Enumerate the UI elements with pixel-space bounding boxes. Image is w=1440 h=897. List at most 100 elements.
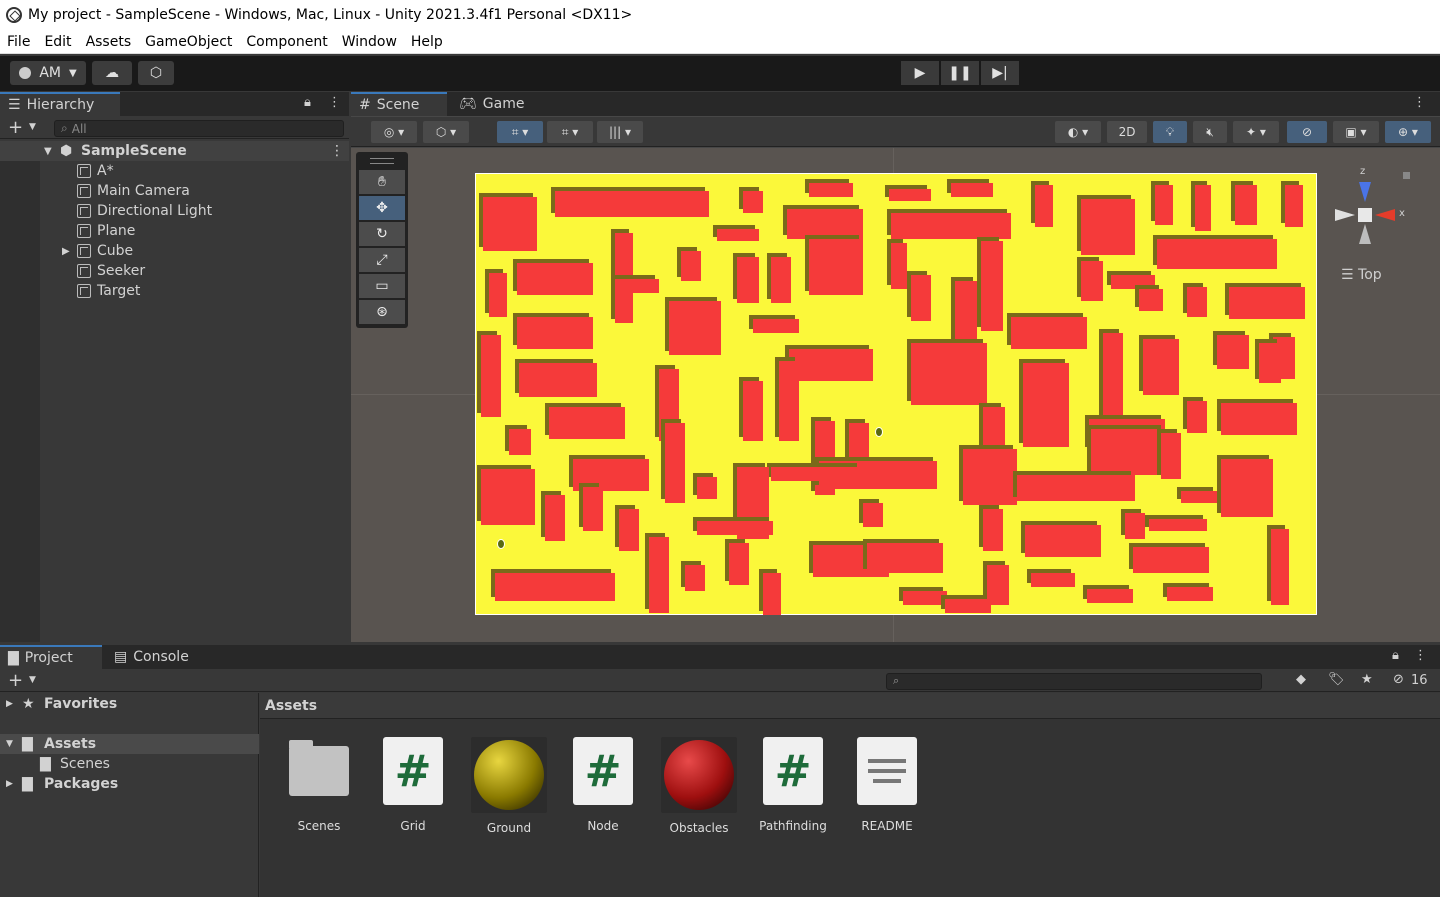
obstacle-cube[interactable] (483, 197, 537, 251)
tree-item-assets[interactable]: ▼ ▇ Assets (0, 734, 259, 754)
rotate-tool-button[interactable]: ↻ (359, 222, 405, 246)
scene-viewport[interactable]: ✋︎ ✥ ↻ ⤢ ▭ ⊛ z x ☰ Top (351, 148, 1440, 642)
gizmo-z-arrow-icon[interactable] (1359, 182, 1371, 202)
asset-item[interactable]: README (842, 737, 932, 833)
palette-drag-handle[interactable] (370, 158, 394, 164)
gizmo-lock-icon[interactable] (1403, 172, 1410, 179)
obstacle-cube[interactable] (1221, 459, 1273, 517)
obstacle-cube[interactable] (963, 449, 1017, 505)
obstacle-cube[interactable] (1035, 185, 1053, 227)
more-icon[interactable]: ⋮ (1413, 95, 1426, 110)
obstacle-cube[interactable] (669, 301, 721, 355)
lock-icon[interactable]: 🔒︎ (304, 95, 311, 110)
lock-icon[interactable]: 🔒︎ (1392, 648, 1399, 663)
menu-assets[interactable]: Assets (79, 34, 139, 50)
gizmo-neg-x-arrow-icon[interactable] (1335, 209, 1355, 221)
breadcrumb-assets[interactable]: Assets (265, 698, 317, 714)
obstacle-cube[interactable] (983, 509, 1003, 551)
audio-toggle[interactable]: 🔇︎ (1193, 121, 1227, 143)
obstacle-cube[interactable] (517, 263, 593, 295)
obstacle-cube[interactable] (809, 183, 853, 197)
obstacle-cube[interactable] (1143, 339, 1179, 395)
obstacle-cube[interactable] (665, 423, 685, 503)
gizmo-center-icon[interactable] (1358, 208, 1372, 222)
tab-console[interactable]: ▤ Console (106, 645, 206, 669)
tree-item-scenes[interactable]: ▇ Scenes (0, 754, 259, 774)
obstacle-cube[interactable] (697, 477, 717, 499)
hierarchy-item[interactable]: Target (0, 281, 349, 301)
obstacle-cube[interactable] (1167, 587, 1213, 601)
obstacle-cube[interactable] (1081, 261, 1103, 301)
obstacle-cube[interactable] (495, 573, 615, 601)
tab-hierarchy[interactable]: ☰ Hierarchy (0, 92, 120, 116)
menu-file[interactable]: File (0, 34, 37, 50)
obstacle-cube[interactable] (1091, 429, 1165, 475)
play-button[interactable]: ▶ (901, 61, 939, 85)
obstacle-cube[interactable] (911, 343, 987, 405)
obstacle-cube[interactable] (743, 381, 763, 441)
menu-gameobject[interactable]: GameObject (138, 34, 239, 50)
obstacle-cube[interactable] (779, 361, 799, 441)
hierarchy-item[interactable]: Seeker (0, 261, 349, 281)
hidden-packages-icon[interactable]: ⊘ (1393, 672, 1404, 687)
scene-row[interactable]: ▼ ⬢ SampleScene ⋮ (0, 141, 349, 161)
gizmo-neg-z-arrow-icon[interactable] (1359, 224, 1371, 244)
obstacle-cube[interactable] (789, 349, 873, 381)
obstacle-cube[interactable] (1187, 287, 1207, 317)
obstacle-cube[interactable] (1155, 185, 1173, 225)
obstacle-cube[interactable] (945, 599, 991, 613)
expand-arrow-icon[interactable]: ▶ (62, 246, 70, 257)
obstacle-cube[interactable] (1187, 401, 1207, 433)
menu-edit[interactable]: Edit (37, 34, 78, 50)
obstacle-cube[interactable] (1125, 513, 1145, 539)
hierarchy-item[interactable]: ▶ Cube (0, 241, 349, 261)
obstacle-cube[interactable] (717, 229, 759, 241)
obstacle-cube[interactable] (889, 189, 931, 201)
asset-item[interactable]: # Node (558, 737, 648, 833)
obstacle-cube[interactable] (549, 407, 625, 439)
obstacle-cube[interactable] (615, 279, 659, 293)
obstacle-cube[interactable] (1111, 275, 1155, 289)
obstacle-cube[interactable] (1271, 529, 1289, 605)
obstacle-cube[interactable] (903, 591, 947, 605)
obstacle-cube[interactable] (743, 191, 763, 213)
menu-help[interactable]: Help (404, 34, 450, 50)
grid-visibility-dropdown[interactable]: ||| ▾ (597, 121, 643, 143)
obstacle-cube[interactable] (697, 521, 773, 535)
rect-tool-button[interactable]: ▭ (359, 274, 405, 298)
grid-snap-toggle[interactable]: ⌗ ▾ (497, 121, 543, 143)
obstacle-cube[interactable] (771, 257, 791, 303)
obstacle-cube[interactable] (545, 495, 565, 541)
tree-item-packages[interactable]: ▶ ▇ Packages (0, 774, 259, 794)
project-search-input[interactable]: ⌕ (886, 673, 1262, 690)
obstacle-cube[interactable] (1087, 589, 1133, 603)
obstacle-cube[interactable] (555, 191, 709, 217)
obstacle-cube[interactable] (787, 209, 863, 239)
account-button[interactable]: AM ▼ (10, 61, 86, 85)
snap-increment-dropdown[interactable]: ⌗ ▾ (547, 121, 593, 143)
obstacle-cube[interactable] (1017, 475, 1135, 501)
agent-marker[interactable] (497, 539, 505, 549)
obstacle-cube[interactable] (1133, 547, 1209, 573)
obstacle-cube[interactable] (1235, 185, 1257, 225)
obstacle-cube[interactable] (517, 317, 593, 349)
obstacle-cube[interactable] (481, 335, 501, 417)
obstacle-cube[interactable] (1195, 185, 1211, 231)
obstacle-cube[interactable] (1285, 185, 1303, 227)
chevron-down-icon[interactable]: ▼ (29, 675, 36, 685)
orientation-gizmo[interactable]: z x (1327, 158, 1417, 248)
menu-window[interactable]: Window (335, 34, 404, 50)
obstacle-cube[interactable] (583, 487, 603, 531)
asset-item[interactable]: # Grid (368, 737, 458, 833)
obstacle-cube[interactable] (489, 273, 507, 317)
obstacle-cube[interactable] (1025, 525, 1101, 557)
gizmos-dropdown[interactable]: ⊕ ▾ (1385, 121, 1431, 143)
obstacle-cube[interactable] (1221, 403, 1297, 435)
obstacle-cube[interactable] (1023, 363, 1069, 447)
obstacle-cube[interactable] (1031, 573, 1075, 587)
gizmo-x-arrow-icon[interactable] (1375, 209, 1395, 221)
obstacle-cube[interactable] (1161, 433, 1181, 479)
asset-item[interactable]: Obstacles (654, 737, 744, 835)
obstacle-cube[interactable] (681, 251, 701, 281)
obstacle-cube[interactable] (911, 275, 931, 321)
